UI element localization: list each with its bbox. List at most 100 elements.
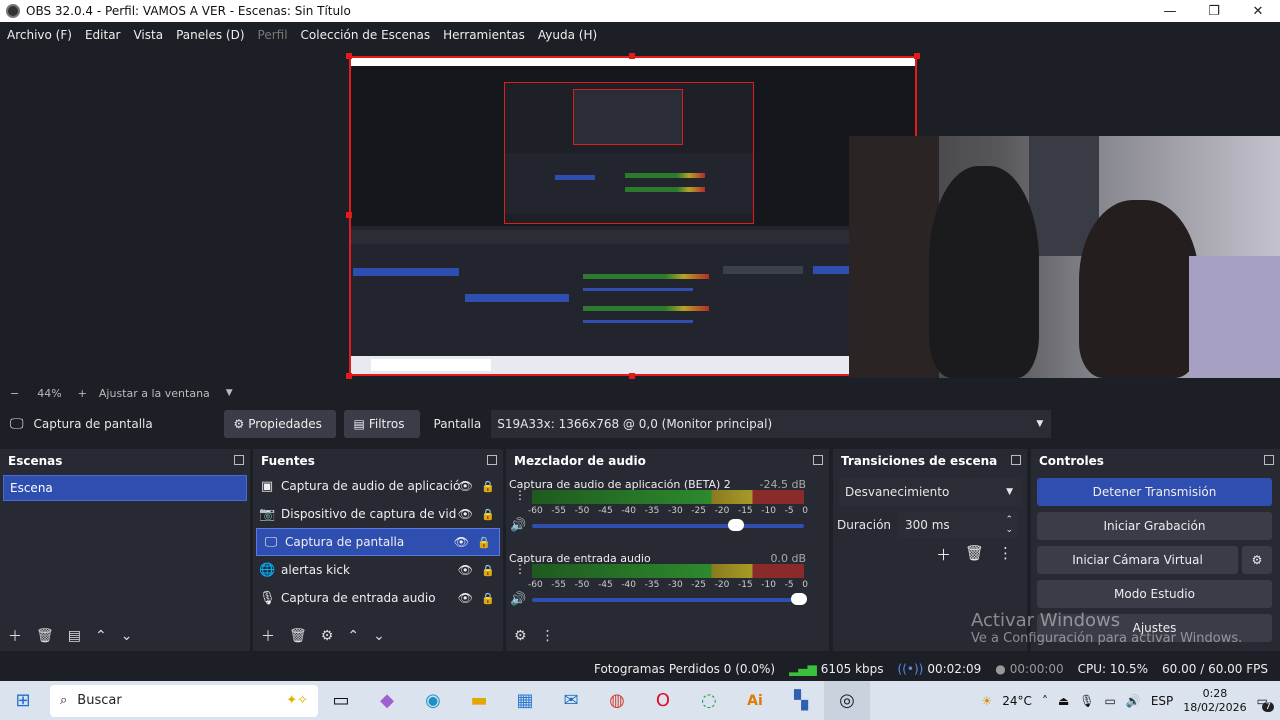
menu-coleccion-escenas[interactable]: Colección de Escenas [301,28,431,42]
volume-slider[interactable] [532,593,807,605]
transform-handle[interactable] [629,53,635,59]
transform-handle[interactable] [346,53,352,59]
eye-icon[interactable]: 👁 [458,507,473,521]
store-icon[interactable]: ▦ [502,681,548,720]
more-options-icon[interactable]: ⋮ [541,628,555,644]
undock-icon[interactable] [1011,455,1021,465]
arrow-up-icon[interactable]: ⌃ [95,628,107,644]
menu-ayuda[interactable]: Ayuda (H) [538,28,597,42]
file-explorer-icon[interactable]: ▬ [456,681,502,720]
start-virtual-camera-button[interactable]: Iniciar Cámara Virtual [1037,546,1238,574]
network-icon[interactable]: ▭ [1105,694,1116,708]
more-options-icon[interactable]: ⋮ [998,544,1013,565]
minimize-button[interactable]: — [1148,0,1192,22]
clock[interactable]: 0:28 18/02/2026 [1183,687,1246,715]
notifications-icon[interactable]: ▭ 7 [1257,694,1274,712]
display-select[interactable]: S19A33x: 1366x768 @ 0,0 (Monitor princip… [491,410,1052,438]
scene-item[interactable]: Escena [3,475,247,501]
transform-handle[interactable] [914,53,920,59]
source-item[interactable]: 🎙 Captura de entrada audio 👁 🔒 [253,584,503,612]
add-icon[interactable]: ＋ [936,544,951,565]
lock-icon[interactable]: 🔒 [481,592,495,605]
volume-icon[interactable]: 🔊 [1126,694,1141,708]
filter-icon[interactable]: ▤ [68,628,81,644]
menu-vista[interactable]: Vista [133,28,163,42]
trash-icon[interactable]: 🗑 [965,544,984,565]
windows-start-icon[interactable]: ⊞ [0,681,46,720]
volume-slider-knob[interactable] [728,519,744,531]
eye-icon[interactable]: 👁 [458,591,473,605]
menu-herramientas[interactable]: Herramientas [443,28,525,42]
source-item[interactable]: ▣ Captura de audio de aplicació 👁 🔒 [253,472,503,500]
speaker-icon[interactable]: 🔊 [510,592,526,607]
volume-slider[interactable] [532,519,804,531]
task-view-icon[interactable]: ▭ [318,681,364,720]
more-options-icon[interactable]: ⋮ [514,489,526,501]
screen-capture-preview[interactable] [349,56,917,376]
weather-temperature[interactable]: 24°C [1002,694,1032,708]
volume-slider-knob[interactable] [790,593,807,605]
arrow-down-icon[interactable]: ⌄ [373,628,385,644]
studio-mode-button[interactable]: Modo Estudio [1037,580,1272,608]
taskbar-search[interactable]: ⌕ Buscar ✦✧ [50,684,318,717]
filters-button[interactable]: ▤ Filtros [343,410,420,438]
eye-icon[interactable]: 👁 [458,563,473,577]
menu-editar[interactable]: Editar [85,28,121,42]
transform-handle[interactable] [346,212,352,218]
source-item[interactable]: 📷 Dispositivo de captura de vid 👁 🔒 [253,500,503,528]
zoom-in-button[interactable]: + [78,387,87,400]
edge-icon[interactable]: ◉ [410,681,456,720]
menu-paneles[interactable]: Paneles (D) [176,28,244,42]
chevron-up-icon[interactable]: ˄ [1042,694,1048,708]
source-item[interactable]: 🌐 alertas kick 👁 🔒 [253,556,503,584]
menu-archivo[interactable]: Archivo (F) [7,28,72,42]
opera-icon[interactable]: O [640,681,686,720]
gear-icon[interactable]: ⚙ [321,628,334,644]
menu-perfil[interactable]: Perfil [258,28,288,42]
zoom-out-button[interactable]: − [10,387,19,400]
lock-icon[interactable]: 🔒 [481,508,495,521]
lock-icon[interactable]: 🔒 [481,480,495,493]
usb-icon[interactable]: ⏏ [1058,694,1069,708]
mail-icon[interactable]: ✉ [548,681,594,720]
webcam-preview[interactable] [849,136,1280,378]
arrow-up-icon[interactable]: ⌃ [347,628,359,644]
add-icon[interactable]: ＋ [261,626,275,646]
undock-icon[interactable] [487,455,497,465]
maximize-button[interactable]: ❐ [1192,0,1236,22]
source-item-selected[interactable]: 🖵 Captura de pantalla 👁 🔒 [256,528,500,556]
arrow-down-icon[interactable]: ⌄ [121,628,133,644]
zoom-fit-button[interactable]: Ajustar a la ventana [99,387,210,400]
undock-icon[interactable] [1264,455,1274,465]
lock-icon[interactable]: 🔒 [481,564,495,577]
transform-handle[interactable] [629,373,635,379]
gear-icon[interactable]: ⚙ [514,628,527,644]
stop-stream-button[interactable]: Detener Transmisión [1037,478,1272,506]
microphone-icon[interactable]: 🎙 [1079,694,1094,708]
add-icon[interactable]: ＋ [8,626,22,646]
trash-icon[interactable]: 🗑 [36,628,54,644]
copilot-icon[interactable]: ◆ [364,681,410,720]
transition-select[interactable]: Desvanecimiento ▼ [839,478,1021,506]
undock-icon[interactable] [813,455,823,465]
speaker-icon[interactable]: 🔊 [510,518,526,533]
stepper-arrows-icon[interactable]: ⌃ ⌄ [1005,515,1013,535]
whatsapp-icon[interactable]: ◌ [686,681,732,720]
start-recording-button[interactable]: Iniciar Grabación [1037,512,1272,540]
eye-icon[interactable]: 👁 [454,535,469,549]
close-button[interactable]: ✕ [1236,0,1280,22]
chevron-down-icon[interactable]: ▼ [226,388,233,398]
obs-taskbar-icon[interactable]: ◎ [824,681,870,720]
more-options-icon[interactable]: ⋮ [514,563,526,575]
properties-button[interactable]: ⚙ Propiedades [223,410,336,438]
app-icon[interactable]: ▚ [778,681,824,720]
chrome-icon[interactable]: ◍ [594,681,640,720]
language-indicator[interactable]: ESP [1151,694,1173,708]
undock-icon[interactable] [234,455,244,465]
gear-icon[interactable]: ⚙ [1242,546,1272,574]
duration-stepper[interactable]: 300 ms ⌃ ⌄ [899,512,1020,538]
eye-icon[interactable]: 👁 [458,479,473,493]
transform-handle[interactable] [346,373,352,379]
lock-icon[interactable]: 🔒 [477,536,491,549]
illustrator-icon[interactable]: Ai [732,681,778,720]
